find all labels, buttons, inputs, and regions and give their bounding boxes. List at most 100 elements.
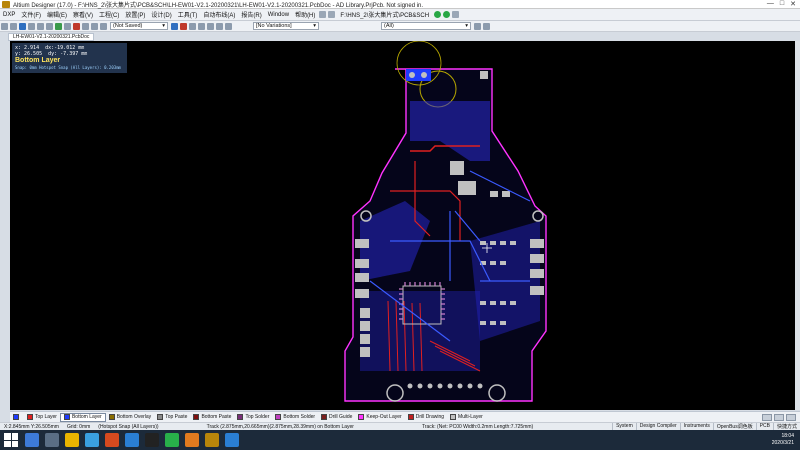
menu-design[interactable]: 设计(D) xyxy=(148,10,174,19)
taskbar-app-icon[interactable] xyxy=(105,433,119,447)
move-icon[interactable] xyxy=(64,22,71,30)
new-file-icon[interactable] xyxy=(1,22,8,30)
toolbar-icon[interactable] xyxy=(319,11,327,18)
save-state-combo[interactable]: (Not Saved) ▾ xyxy=(110,22,168,30)
taskbar-app-icon[interactable] xyxy=(145,433,159,447)
window-title: Altium Designer (17.0) - F:\HNS_2\张大集片式\… xyxy=(13,2,424,9)
home-icon[interactable] xyxy=(452,11,460,18)
layer-swatch xyxy=(407,414,414,420)
via-icon[interactable] xyxy=(180,22,187,30)
filter-combo[interactable]: (All) ▾ xyxy=(381,22,471,30)
taskbar-app-icon[interactable] xyxy=(25,433,39,447)
panel-design-compiler[interactable]: Design Compiler xyxy=(635,423,680,430)
close-icon[interactable]: ✕ xyxy=(790,0,796,8)
status-coords: X:2.845mm Y:26.505mm xyxy=(4,423,59,430)
taskbar-altium-icon[interactable] xyxy=(205,433,219,447)
pad-icon[interactable] xyxy=(189,22,196,30)
layer-tab-bottom-paste[interactable]: Bottom Paste xyxy=(190,413,234,422)
variations-combo[interactable]: [No Variations] ▾ xyxy=(253,22,319,30)
panel-pcb[interactable]: PCB xyxy=(755,423,773,430)
grid-icon[interactable] xyxy=(100,22,107,30)
pcb-canvas[interactable] xyxy=(10,41,795,410)
layer-tab-bottom-overlay[interactable]: Bottom Overlay xyxy=(106,413,154,422)
system-tray[interactable]: 18:04 2020/3/21 xyxy=(772,433,800,447)
pcb-board-drawing xyxy=(344,41,547,402)
menu-project[interactable]: 工程(C) xyxy=(96,10,122,19)
panel-system[interactable]: System xyxy=(612,423,636,430)
layer-swatch xyxy=(63,414,70,420)
menu-autoroute[interactable]: 自动布线(A) xyxy=(200,10,238,19)
layer-swatch xyxy=(358,414,365,420)
cross-probe-icon[interactable] xyxy=(73,22,80,30)
polygon-icon[interactable] xyxy=(198,22,205,30)
redo-icon[interactable] xyxy=(91,22,98,30)
zoom-in-icon[interactable] xyxy=(37,22,44,30)
menu-view[interactable]: 察看(V) xyxy=(70,10,96,19)
filter-apply-icon[interactable] xyxy=(474,22,481,30)
menu-tools[interactable]: 工具(T) xyxy=(175,10,201,19)
forward-icon[interactable] xyxy=(443,11,451,18)
menu-help[interactable]: 帮助(H) xyxy=(292,10,318,19)
document-tab[interactable]: LH-EW01-V2.1-20200321.PcbDoc xyxy=(8,33,95,41)
clear-icon[interactable] xyxy=(786,413,796,421)
print-icon[interactable] xyxy=(28,22,35,30)
title-bar: Altium Designer (17.0) - F:\HNS_2\张大集片式\… xyxy=(0,0,800,9)
layer-swatch xyxy=(450,414,457,420)
taskbar-app-icon[interactable] xyxy=(125,433,139,447)
panel-instruments[interactable]: Instruments xyxy=(679,423,713,430)
layer-swatch xyxy=(157,414,164,420)
menu-dxp[interactable]: DXP xyxy=(0,12,18,18)
route-icon[interactable] xyxy=(171,22,178,30)
minimize-icon[interactable]: — xyxy=(767,0,774,8)
taskbar-app-icon[interactable] xyxy=(165,433,179,447)
taskbar-folder-icon[interactable] xyxy=(65,433,79,447)
filter-clear-icon[interactable] xyxy=(483,22,490,30)
layer-tab-top-paste[interactable]: Top Paste xyxy=(154,413,190,422)
mask-level-icon[interactable] xyxy=(774,413,784,421)
layer-tab-bottom-solder[interactable]: Bottom Solder xyxy=(272,413,318,422)
layer-tabs-bar: Top Layer Bottom Layer Bottom Overlay To… xyxy=(10,411,800,422)
taskbar-app-icon[interactable] xyxy=(185,433,199,447)
layer-tab-drill-drawing[interactable]: Drill Drawing xyxy=(405,413,447,422)
vertical-scrollbar[interactable] xyxy=(795,41,800,410)
menu-reports[interactable]: 报告(R) xyxy=(238,10,264,19)
undo-icon[interactable] xyxy=(82,22,89,30)
layer-color-swatch-tab[interactable] xyxy=(10,413,24,422)
measure-icon[interactable] xyxy=(225,22,232,30)
toolbar-icon[interactable] xyxy=(328,11,336,18)
select-icon[interactable] xyxy=(55,22,62,30)
layer-tab-top-layer[interactable]: Top Layer xyxy=(24,413,60,422)
component-icon[interactable] xyxy=(216,22,223,30)
maximize-icon[interactable]: □ xyxy=(780,0,784,8)
open-file-icon[interactable] xyxy=(10,22,17,30)
status-net: Track: (Net: PC00 Width:0.2mm Length:7.7… xyxy=(421,423,534,430)
layer-tab-bottom-layer[interactable]: Bottom Layer xyxy=(59,412,106,422)
layer-tab-multi-layer[interactable]: Multi-Layer xyxy=(447,413,486,422)
snap-toggle-icon[interactable] xyxy=(762,413,772,421)
start-menu-icon[interactable] xyxy=(4,433,18,447)
menu-edit[interactable]: 编辑(E) xyxy=(44,10,70,19)
back-icon[interactable] xyxy=(434,11,442,18)
main-toolbar: (Not Saved) ▾ [No Variations] ▾ (All) ▾ xyxy=(0,21,800,32)
layer-tab-drill-guide[interactable]: Drill Guide xyxy=(318,413,355,422)
layer-tab-top-solder[interactable]: Top Solder xyxy=(234,413,272,422)
text-icon[interactable] xyxy=(207,22,214,30)
zoom-out-icon[interactable] xyxy=(46,22,53,30)
taskbar-app-icon[interactable] xyxy=(45,433,59,447)
hud-layer: Bottom Layer xyxy=(15,57,61,64)
panel-openbus[interactable]: OpenBus调色板 xyxy=(712,423,756,430)
menu-window[interactable]: Window xyxy=(265,12,292,18)
app-logo-icon xyxy=(2,0,10,8)
left-panel-rail xyxy=(0,41,10,410)
taskbar-app-icon[interactable] xyxy=(225,433,239,447)
layer-tab-keep-out-layer[interactable]: Keep-Out Layer xyxy=(355,413,404,422)
taskbar-app-icon[interactable] xyxy=(85,433,99,447)
chevron-down-icon: ▾ xyxy=(313,23,316,29)
panel-shortcuts[interactable]: 快捷方式 xyxy=(772,423,800,430)
menu-file[interactable]: 文件(F) xyxy=(18,10,44,19)
window-controls: — □ ✕ xyxy=(767,0,796,8)
menu-place[interactable]: 放置(P) xyxy=(122,10,148,19)
save-icon[interactable] xyxy=(19,22,26,30)
layer-swatch xyxy=(13,414,19,420)
layer-swatch xyxy=(27,414,33,420)
